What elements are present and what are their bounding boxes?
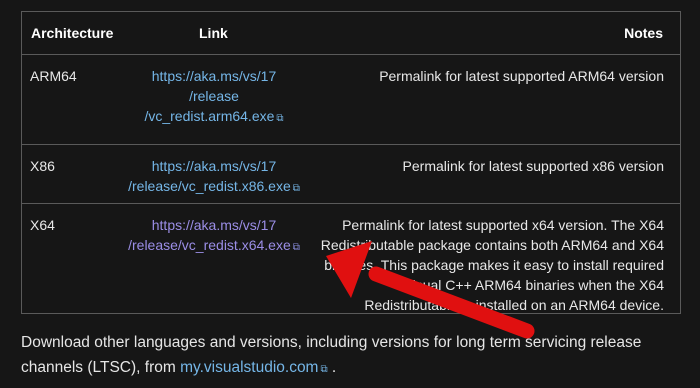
footer-link-text: my.visualstudio.com xyxy=(180,359,319,376)
notes-line: Redistributable package contains both AR… xyxy=(320,237,664,253)
notes-line: Permalink for latest supported ARM64 ver… xyxy=(379,68,664,84)
download-other-versions-paragraph: Download other languages and versions, i… xyxy=(21,330,681,382)
external-link-icon: ⧉ xyxy=(276,113,284,124)
notes-line: binaries. This package makes it easy to … xyxy=(324,257,664,273)
notes-line: Redistributable is installed on an ARM64… xyxy=(364,297,664,313)
cell-notes-x86: Permalink for latest supported x86 versi… xyxy=(307,144,680,204)
table-row-arm64: ARM64 https://aka.ms/vs/17 /release /vc_… xyxy=(22,54,680,145)
download-link-x64[interactable]: https://aka.ms/vs/17 /release/vc_redist.… xyxy=(128,217,300,253)
cell-link-arm64: https://aka.ms/vs/17 /release /vc_redist… xyxy=(121,54,307,145)
table-row-x86: X86 https://aka.ms/vs/17 /release/vc_red… xyxy=(22,144,680,204)
table-row-x64: X64 https://aka.ms/vs/17 /release/vc_red… xyxy=(22,204,680,316)
cell-notes-arm64: Permalink for latest supported ARM64 ver… xyxy=(307,54,680,145)
header-notes: Notes xyxy=(307,12,680,55)
cell-architecture-x64: X64 xyxy=(30,217,55,233)
link-line: /release/vc_redist.x86.exe xyxy=(128,178,291,194)
link-line: /release xyxy=(189,88,239,104)
cell-architecture-arm64: ARM64 xyxy=(22,54,121,145)
table-header-row: Architecture Link Notes xyxy=(22,12,680,55)
external-link-icon: ⧉ xyxy=(320,364,328,375)
header-link: Link xyxy=(121,12,307,55)
my-visualstudio-link[interactable]: my.visualstudio.com ⧉ xyxy=(180,359,328,376)
cell-notes-x64: Permalink for latest supported x64 versi… xyxy=(307,204,680,316)
cell-link-x64: https://aka.ms/vs/17 /release/vc_redist.… xyxy=(121,204,307,316)
external-link-icon: ⧉ xyxy=(292,183,300,194)
redistributable-table-container: Architecture Link Notes ARM64 https://ak… xyxy=(21,11,681,314)
notes-line: Permalink for latest supported x64 versi… xyxy=(342,217,664,233)
cell-link-x86: https://aka.ms/vs/17 /release/vc_redist.… xyxy=(121,144,307,204)
link-line: https://aka.ms/vs/17 xyxy=(151,217,277,233)
external-link-icon: ⧉ xyxy=(292,242,300,253)
download-link-x86[interactable]: https://aka.ms/vs/17 /release/vc_redist.… xyxy=(128,158,300,194)
download-link-arm64[interactable]: https://aka.ms/vs/17 /release /vc_redist… xyxy=(144,68,283,124)
footer-text-end: . xyxy=(327,359,337,376)
link-line: /release/vc_redist.x64.exe xyxy=(128,237,291,253)
link-line: /vc_redist.arm64.exe xyxy=(144,108,275,124)
redistributable-table: Architecture Link Notes ARM64 https://ak… xyxy=(22,12,680,315)
header-architecture: Architecture xyxy=(22,12,121,55)
notes-line: Visual C++ ARM64 binaries when the X64 xyxy=(403,277,664,293)
notes-line: Permalink for latest supported x86 versi… xyxy=(402,158,664,174)
link-line: https://aka.ms/vs/17 xyxy=(151,68,277,84)
link-line: https://aka.ms/vs/17 xyxy=(151,158,277,174)
cell-architecture-x86: X86 xyxy=(22,144,121,204)
